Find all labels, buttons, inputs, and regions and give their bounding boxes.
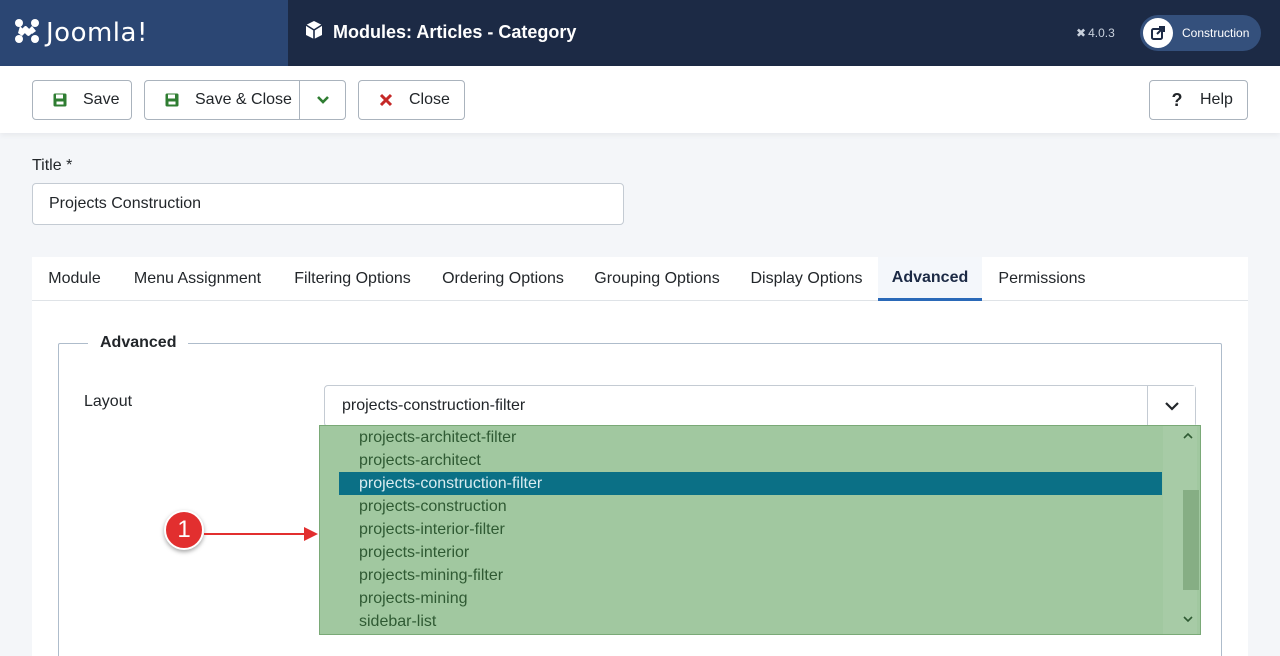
title-label: Title * [32, 157, 73, 174]
callout-arrow-line [204, 533, 306, 535]
site-link-label: Construction [1182, 26, 1250, 40]
question-icon: ? [1171, 89, 1183, 110]
help-button[interactable]: ? Help [1149, 80, 1248, 120]
close-label: Close [409, 91, 450, 108]
save-label: Save [83, 91, 120, 108]
tab-filtering-options[interactable]: Filtering Options [278, 257, 427, 301]
tab-module[interactable]: Module [32, 257, 117, 301]
tab-menu-assignment[interactable]: Menu Assignment [117, 257, 278, 301]
floppy-icon [163, 91, 181, 109]
layout-option[interactable]: projects-interior-filter [339, 518, 1163, 541]
title-input[interactable]: Projects Construction [32, 183, 624, 225]
options-container: projects-architect-filter projects-archi… [325, 426, 1163, 634]
close-button[interactable]: Close [358, 80, 465, 120]
chevron-down-icon[interactable] [1147, 386, 1195, 426]
page-title-text: Modules: Articles - Category [333, 22, 577, 42]
help-label: Help [1200, 91, 1233, 108]
layout-option[interactable]: projects-interior [339, 541, 1163, 564]
site-link-button[interactable]: Construction [1140, 15, 1261, 51]
layout-option[interactable]: projects-mining [339, 587, 1163, 610]
layout-option[interactable]: projects-architect-filter [339, 426, 1163, 449]
layout-select-value: projects-construction-filter [342, 397, 526, 414]
tab-advanced[interactable]: Advanced [878, 257, 982, 301]
layout-option[interactable]: sidebar-list [339, 610, 1163, 633]
save-close-button[interactable]: Save & Close [144, 80, 346, 120]
save-button[interactable]: Save [32, 80, 132, 120]
fieldset-legend: Advanced [88, 334, 189, 352]
save-close-label: Save & Close [195, 91, 292, 108]
layout-option[interactable]: projects-architect [339, 449, 1163, 472]
tab-grouping-options[interactable]: Grouping Options [579, 257, 735, 301]
save-options-dropdown-toggle[interactable] [300, 81, 346, 119]
brand-text: Joomla! [46, 18, 148, 48]
external-link-icon [1143, 18, 1173, 48]
layout-options-list[interactable]: projects-architect-filter projects-archi… [319, 425, 1201, 635]
close-icon [377, 91, 395, 109]
layout-label: Layout [84, 393, 133, 410]
page-title: Modules: Articles - Category [304, 20, 576, 45]
tab-display-options[interactable]: Display Options [735, 257, 878, 301]
app-header: Joomla! Modules: Articles - Category ✖ 4… [0, 0, 1280, 66]
layout-option[interactable]: projects-mining-filter [339, 564, 1163, 587]
joomla-logo[interactable]: Joomla! [0, 0, 288, 66]
layout-option-selected[interactable]: projects-construction-filter [339, 472, 1163, 495]
scrollbar-thumb[interactable] [1183, 490, 1199, 590]
chevron-down-icon [317, 96, 329, 104]
joomla-icon [12, 16, 42, 51]
scroll-up-arrow-icon[interactable] [1182, 430, 1194, 442]
tab-permissions[interactable]: Permissions [982, 257, 1102, 301]
version-text: 4.0.3 [1088, 26, 1115, 40]
callout-badge: 1 [164, 510, 204, 550]
floppy-icon [51, 91, 69, 109]
scroll-down-arrow-icon[interactable] [1182, 613, 1194, 625]
layout-option[interactable]: projects-construction [339, 495, 1163, 518]
toolbar: Save Save & Close Close ? Help [0, 66, 1280, 133]
version-badge: ✖ 4.0.3 [1076, 26, 1115, 40]
tab-bar: Module Menu Assignment Filtering Options… [32, 257, 1248, 301]
tab-ordering-options[interactable]: Ordering Options [427, 257, 579, 301]
joomla-small-icon: ✖ [1076, 26, 1087, 40]
layout-select[interactable]: projects-construction-filter [324, 385, 1196, 427]
callout-arrow-head [304, 527, 318, 541]
list-scrollbar[interactable] [1162, 426, 1200, 634]
cube-icon [304, 20, 333, 45]
